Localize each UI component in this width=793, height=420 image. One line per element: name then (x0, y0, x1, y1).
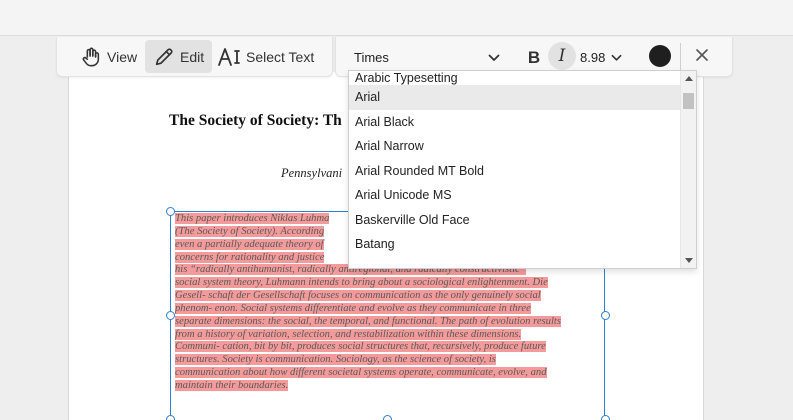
resize-handle-bottom-left[interactable] (166, 415, 175, 420)
italic-button[interactable]: I (548, 42, 576, 70)
font-option-arabic-typesetting[interactable]: Arabic Typesetting (349, 71, 681, 85)
abstract-line: from a history of variation, selection, … (175, 328, 522, 340)
font-option-arial-rounded-mt-bold[interactable]: Arial Rounded MT Bold (349, 159, 681, 184)
font-family-value: Times (354, 49, 389, 65)
close-button[interactable] (688, 43, 716, 71)
font-family-select[interactable]: Times (348, 43, 504, 71)
hand-icon (80, 46, 102, 68)
font-option-arial-narrow[interactable]: Arial Narrow (349, 134, 681, 159)
pencil-icon (153, 46, 175, 68)
bold-button[interactable]: B (520, 44, 548, 72)
scroll-up-arrow[interactable] (685, 76, 693, 81)
mode-toolbar: View Edit Select Text (56, 37, 333, 77)
font-option-arial[interactable]: Arial (349, 85, 681, 110)
font-size-select[interactable]: 8.98 (580, 43, 630, 71)
close-icon (696, 48, 708, 66)
view-mode-button[interactable]: View (72, 40, 145, 73)
text-color-button[interactable] (649, 45, 671, 67)
abstract-line: separate dimensions: the social, the tem… (175, 315, 561, 327)
resize-handle-bottom-right[interactable] (601, 415, 610, 420)
view-mode-label: View (107, 48, 138, 65)
chevron-down-icon (488, 50, 500, 65)
font-option-batang[interactable]: Batang (349, 232, 681, 257)
font-option-arial-black[interactable]: Arial Black (349, 110, 681, 135)
abstract-line: phenom- enon. Social systems differentia… (175, 302, 531, 314)
edit-mode-button[interactable]: Edit (145, 40, 213, 73)
resize-handle-mid-left[interactable] (166, 311, 175, 320)
edit-mode-label: Edit (180, 48, 205, 65)
resize-handle-top-left[interactable] (166, 207, 175, 216)
select-text-icon (217, 46, 241, 68)
font-family-list: Arabic Typesetting Arial Arial Black Ari… (349, 71, 681, 257)
select-text-mode-label: Select Text (246, 48, 315, 65)
toolbar-divider (680, 43, 681, 71)
chevron-down-icon (611, 50, 622, 65)
font-family-dropdown[interactable]: Arabic Typesetting Arial Arial Black Ari… (348, 70, 697, 269)
scroll-down-arrow[interactable] (685, 258, 693, 263)
document-affiliation: Pennsylvani (281, 166, 343, 180)
font-size-value: 8.98 (580, 49, 606, 65)
font-option-baskerville-old-face[interactable]: Baskerville Old Face (349, 208, 681, 233)
select-text-mode-button[interactable]: Select Text (209, 40, 322, 73)
font-option-arial-unicode-ms[interactable]: Arial Unicode MS (349, 183, 681, 208)
document-title: The Society of Society: Th (169, 112, 342, 129)
resize-handle-bottom-center[interactable] (383, 415, 392, 420)
abstract-line: social system theory, Luhmann intends to… (175, 277, 548, 289)
abstract-line: maintain their boundaries. (175, 379, 289, 391)
app-top-bar (0, 0, 793, 36)
abstract-line: Communi- cation, bit by bit, produces so… (175, 341, 546, 353)
abstract-line: structures. Society is communication. So… (175, 354, 496, 366)
scroll-thumb[interactable] (683, 93, 694, 109)
abstract-line: Gesell- schaft der Gesellschaft focuses … (175, 290, 541, 302)
dropdown-scrollbar[interactable] (680, 71, 696, 268)
abstract-line: communication about how different societ… (175, 367, 547, 379)
resize-handle-mid-right[interactable] (601, 311, 610, 320)
